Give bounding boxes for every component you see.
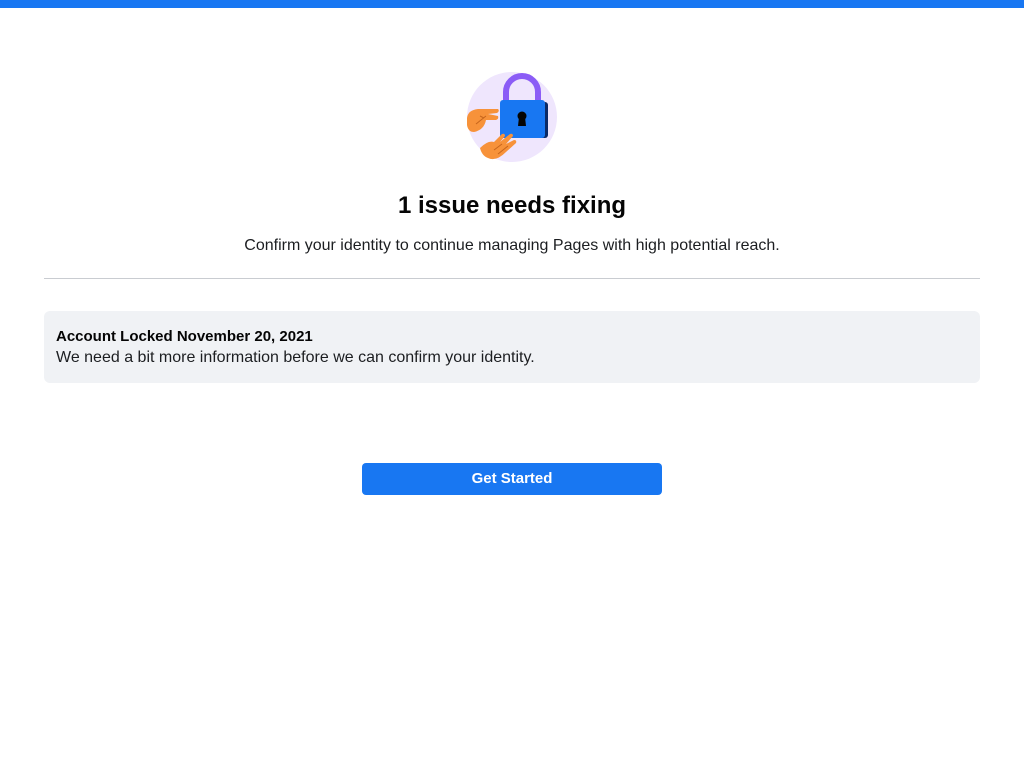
account-locked-notice: Account Locked November 20, 2021 We need… — [44, 311, 980, 383]
get-started-button[interactable]: Get Started — [362, 463, 662, 495]
divider — [44, 278, 980, 279]
page-title: 1 issue needs fixing — [397, 192, 627, 219]
top-accent-bar — [0, 0, 1024, 8]
notice-title: Account Locked November 20, 2021 — [56, 328, 313, 345]
page-subtitle: Confirm your identity to continue managi… — [244, 237, 780, 254]
notice-body: We need a bit more information before we… — [56, 349, 535, 366]
padlock-with-hands-icon — [466, 70, 558, 162]
